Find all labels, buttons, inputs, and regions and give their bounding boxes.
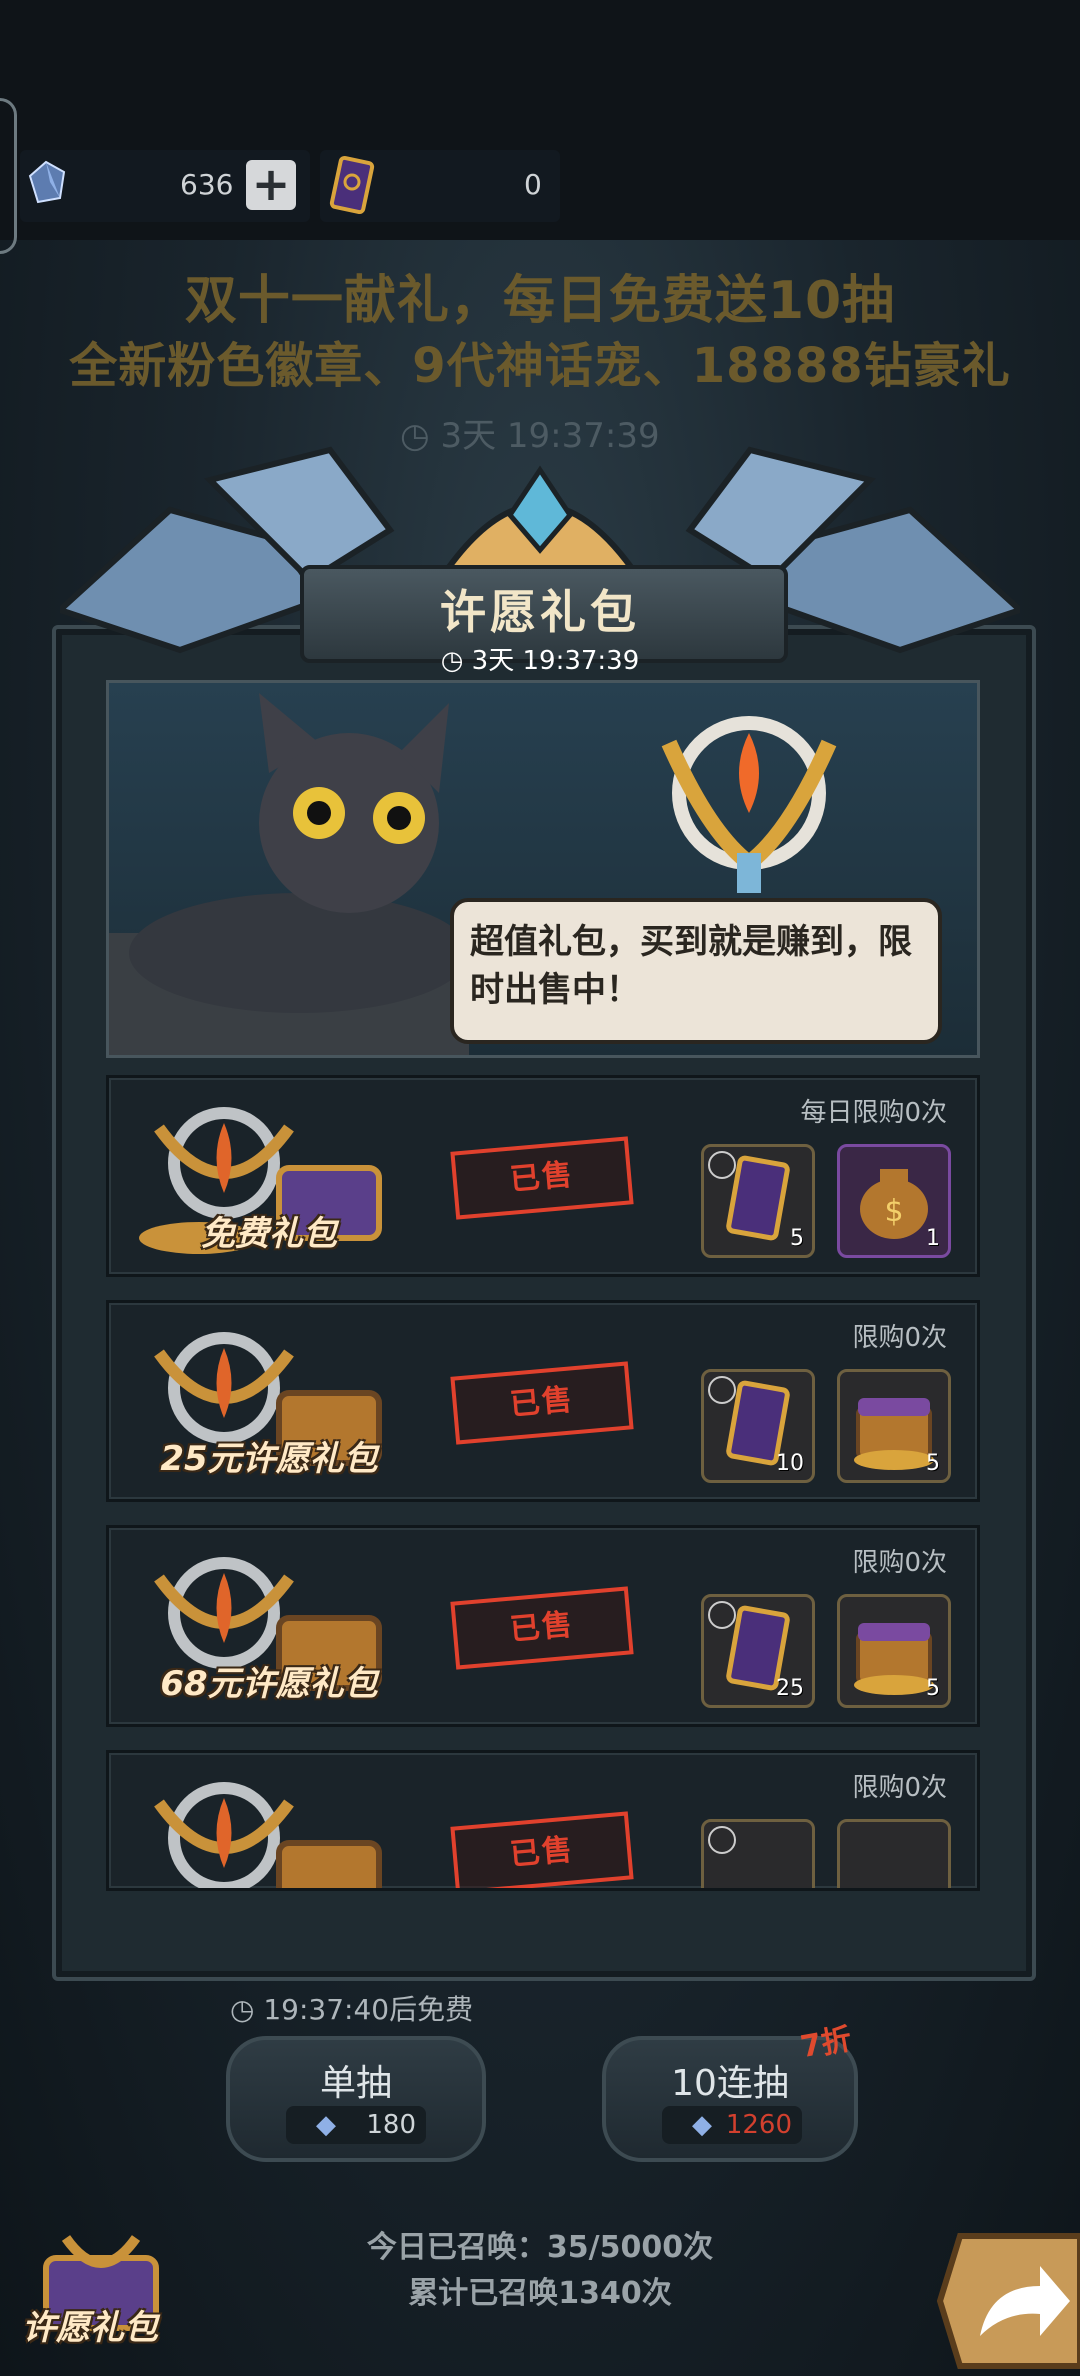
reward-count: 5 xyxy=(790,1226,804,1251)
reward-treasure-chest[interactable]: 5 xyxy=(837,1369,951,1483)
pack-row-partial: 限购0次 已售 xyxy=(106,1750,980,1891)
pack-chest-icon xyxy=(154,1782,382,1888)
reward-count: 1 xyxy=(926,1226,940,1251)
sold-text: 已售 xyxy=(508,1157,576,1198)
sold-stamp: 已售 xyxy=(450,1361,634,1445)
reward-wish-ticket[interactable]: 5 xyxy=(701,1144,815,1258)
sold-stamp: 已售 xyxy=(450,1586,634,1670)
reward-wish-ticket[interactable] xyxy=(701,1819,815,1888)
ten-draw-cost-value: 1260 xyxy=(725,2110,792,2140)
discount-badge: 7折 xyxy=(797,2021,855,2066)
reward-count: 5 xyxy=(926,1451,940,1476)
clock-icon: ◷ xyxy=(440,646,472,676)
reward-count: 25 xyxy=(776,1676,804,1701)
reward-coin-bag[interactable]: $ 1 xyxy=(837,1144,951,1258)
wish-ticket-icon xyxy=(329,155,375,215)
sold-text: 已售 xyxy=(508,1382,576,1423)
reward-treasure-chest[interactable]: 5 xyxy=(837,1594,951,1708)
popup-timer-text: 3天 19:37:39 xyxy=(471,646,640,676)
purchase-limit: 每日限购0次 xyxy=(800,1098,947,1128)
event-banner-line2: 全新粉色徽章、9代神话宠、18888钻豪礼 xyxy=(69,338,1011,394)
pack-row-68: 限购0次 68元许愿礼包 已售 25 5 xyxy=(106,1525,980,1727)
side-tab[interactable] xyxy=(0,98,17,254)
reward-treasure-chest[interactable] xyxy=(837,1819,951,1888)
purchase-limit: 限购0次 xyxy=(852,1773,947,1803)
gem-counter: 636 + xyxy=(20,150,310,222)
speech-text: 超值礼包，买到就是赚到，限时出售中！ xyxy=(470,922,912,1010)
popup-title: 许愿礼包 xyxy=(440,585,640,639)
pack-row-free: 每日限购0次 免费礼包 已售 5 $ 1 xyxy=(106,1075,980,1277)
reward-count: 10 xyxy=(776,1451,804,1476)
ticket-value: 0 xyxy=(524,168,542,201)
purchase-limit: 限购0次 xyxy=(852,1548,947,1578)
ten-draw-cost: ◆ 1260 xyxy=(662,2106,802,2144)
gem-icon: ◆ xyxy=(692,2110,712,2140)
share-button[interactable] xyxy=(930,2226,1080,2376)
add-gem-button[interactable]: + xyxy=(246,160,296,210)
sold-text: 已售 xyxy=(508,1832,576,1873)
pack-label: 免费礼包 xyxy=(201,1214,337,1254)
single-draw-cost-value: 180 xyxy=(366,2110,416,2140)
clock-icon xyxy=(708,1826,736,1854)
sold-text: 已售 xyxy=(508,1607,576,1648)
single-draw-label: 单抽 xyxy=(319,2063,392,2104)
svg-text:$: $ xyxy=(884,1194,903,1229)
gem-value: 636 xyxy=(180,168,234,201)
free-draw-timer: ◷ 19:37:40后免费 xyxy=(230,1988,473,2028)
event-banner-line1: 双十一献礼，每日免费送10抽 xyxy=(184,271,896,331)
reward-wish-ticket[interactable]: 10 xyxy=(701,1369,815,1483)
ticket-counter: 0 xyxy=(320,150,560,222)
reward-wish-ticket[interactable]: 25 xyxy=(701,1594,815,1708)
gem-icon xyxy=(28,160,66,204)
sold-stamp: 已售 xyxy=(450,1811,634,1888)
gem-icon: ◆ xyxy=(316,2110,336,2140)
clock-icon: ◷ xyxy=(230,1993,264,2026)
clock-icon xyxy=(708,1151,736,1179)
pack-label: 68元许愿礼包 xyxy=(160,1664,378,1704)
pack-row-25: 限购0次 25元许愿礼包 已售 10 5 xyxy=(106,1300,980,1502)
popup-timer: ◷ 3天 19:37:39 xyxy=(300,640,780,677)
clock-icon xyxy=(708,1601,736,1629)
purchase-limit: 限购0次 xyxy=(852,1323,947,1353)
sold-stamp: 已售 xyxy=(450,1136,634,1220)
reward-count: 5 xyxy=(926,1676,940,1701)
clock-icon xyxy=(708,1376,736,1404)
pack-label: 25元许愿礼包 xyxy=(160,1439,378,1479)
single-draw-button[interactable]: 单抽 ◆ 180 xyxy=(226,2036,486,2162)
single-draw-cost: ◆ 180 xyxy=(286,2106,426,2144)
free-draw-timer-text: 19:37:40后免费 xyxy=(263,1993,474,2026)
gift-pack-shortcut-label[interactable]: 许愿礼包 xyxy=(22,2300,158,2349)
